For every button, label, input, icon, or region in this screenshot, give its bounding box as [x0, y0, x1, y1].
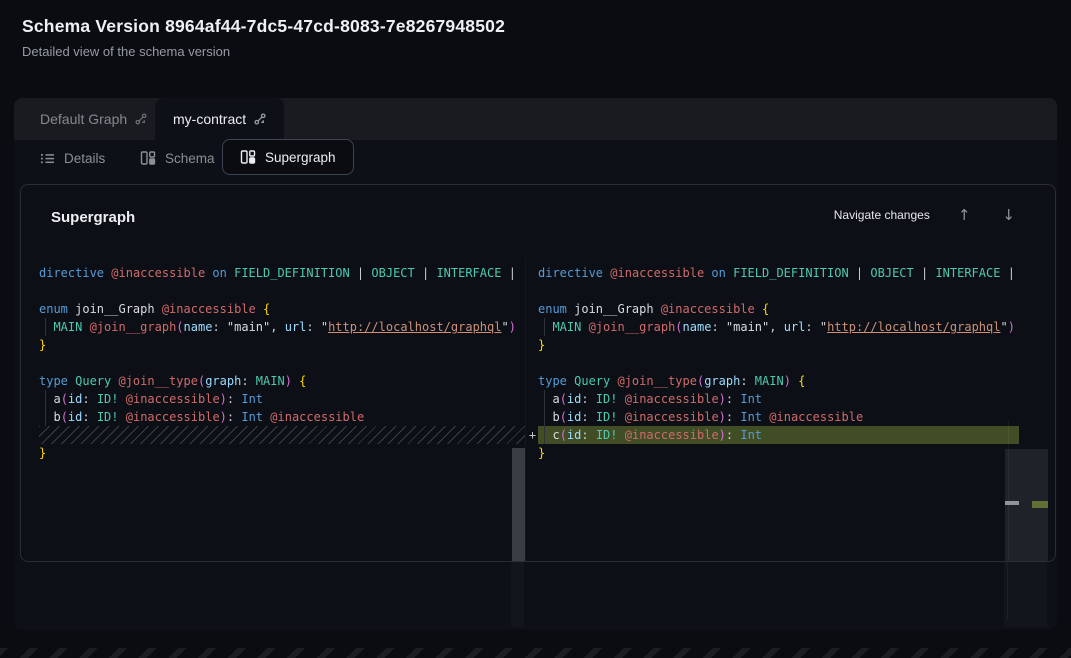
- panels-icon: [240, 149, 256, 165]
- diff-right-code: directive @inaccessible on FIELD_DEFINIT…: [526, 259, 1019, 462]
- diff-splitter[interactable]: [525, 259, 526, 562]
- code-line: [39, 354, 525, 372]
- code-line: [538, 282, 1019, 300]
- code-line: type Query @join__type(graph: MAIN) {: [39, 372, 525, 390]
- code-line: b(id: ID! @inaccessible): Int @inaccessi…: [39, 408, 525, 426]
- indent-guide: [544, 390, 545, 444]
- arrow-down-icon: ↓: [1002, 206, 1015, 224]
- navigate-changes: Navigate changes ↑ ↓: [834, 205, 1019, 225]
- indent-guide: [45, 390, 46, 426]
- page: Schema Version 8964af44-7dc5-47cd-8083-7…: [0, 0, 1071, 658]
- diff-right-pane[interactable]: directive @inaccessible on FIELD_DEFINIT…: [526, 259, 1019, 503]
- navigate-changes-label: Navigate changes: [834, 208, 930, 222]
- code-line: enum join__Graph @inaccessible {: [39, 300, 525, 318]
- tab-default-graph[interactable]: Default Graph: [22, 98, 165, 140]
- arrow-up-icon: ↑: [958, 206, 971, 224]
- tab-supergraph[interactable]: Supergraph: [222, 139, 354, 175]
- tab-schema[interactable]: Schema: [140, 142, 215, 174]
- code-line: enum join__Graph @inaccessible {: [538, 300, 1019, 318]
- insert-marker: +: [527, 426, 538, 444]
- contract-fork-icon: [135, 113, 147, 125]
- contract-fork-icon: [254, 113, 266, 125]
- code-line: MAIN @join__graph(name: "main", url: "ht…: [39, 318, 525, 336]
- tab-label: Default Graph: [40, 111, 127, 127]
- diff-left-pane[interactable]: directive @inaccessible on FIELD_DEFINIT…: [31, 259, 525, 503]
- view-tab-label: Details: [64, 151, 105, 166]
- graph-tab-bar: Default Graph my-contract: [14, 98, 1057, 140]
- code-line: }: [39, 444, 525, 462]
- panel-title: Supergraph: [51, 209, 135, 226]
- code-line: directive @inaccessible on FIELD_DEFINIT…: [39, 264, 525, 282]
- code-line: [538, 354, 1019, 372]
- code-line: }: [538, 336, 1019, 354]
- page-title: Schema Version 8964af44-7dc5-47cd-8083-7…: [22, 16, 505, 37]
- page-subtitle: Detailed view of the schema version: [22, 44, 230, 59]
- code-line: type Query @join__type(graph: MAIN) {: [538, 372, 1019, 390]
- collapsed-region-row[interactable]: [39, 426, 525, 444]
- tab-label: my-contract: [173, 111, 246, 127]
- code-line: c(id: ID! @inaccessible): Int: [538, 426, 1019, 444]
- minimap-border-extension: [1007, 562, 1008, 620]
- left-scrollbar-track[interactable]: [511, 562, 524, 627]
- bottom-diff-hatch-region: [0, 648, 1071, 658]
- minimap-cursor-marker: [1005, 501, 1019, 505]
- diff-left-code: directive @inaccessible on FIELD_DEFINIT…: [31, 259, 525, 462]
- minimap-insert-marker: [1032, 501, 1048, 508]
- indent-guide: [544, 318, 545, 336]
- code-line: }: [538, 444, 1019, 462]
- minimap-border: [1008, 421, 1009, 562]
- navigate-down-button[interactable]: ↓: [998, 205, 1019, 225]
- tab-details[interactable]: Details: [40, 142, 105, 174]
- code-line: }: [39, 336, 525, 354]
- list-icon: [40, 151, 55, 166]
- view-tab-label: Schema: [165, 151, 215, 166]
- code-line: MAIN @join__graph(name: "main", url: "ht…: [538, 318, 1019, 336]
- code-line: [39, 282, 525, 300]
- supergraph-panel: Supergraph Navigate changes ↑ ↓ directiv…: [20, 184, 1056, 562]
- right-scrollbar-track[interactable]: [1004, 562, 1047, 627]
- indent-guide: [45, 318, 46, 336]
- code-line: b(id: ID! @inaccessible): Int @inaccessi…: [538, 408, 1019, 426]
- view-tab-label: Supergraph: [265, 150, 336, 165]
- code-line: directive @inaccessible on FIELD_DEFINIT…: [538, 264, 1019, 282]
- left-scrollbar-slider[interactable]: [512, 448, 525, 561]
- navigate-up-button[interactable]: ↑: [954, 205, 975, 225]
- code-line: a(id: ID! @inaccessible): Int: [39, 390, 525, 408]
- panels-icon: [140, 150, 156, 166]
- tab-my-contract[interactable]: my-contract: [155, 98, 284, 140]
- code-line: a(id: ID! @inaccessible): Int: [538, 390, 1019, 408]
- view-tab-bar: Details Schema: [14, 140, 1057, 176]
- schema-version-card: Default Graph my-contract: [14, 98, 1057, 630]
